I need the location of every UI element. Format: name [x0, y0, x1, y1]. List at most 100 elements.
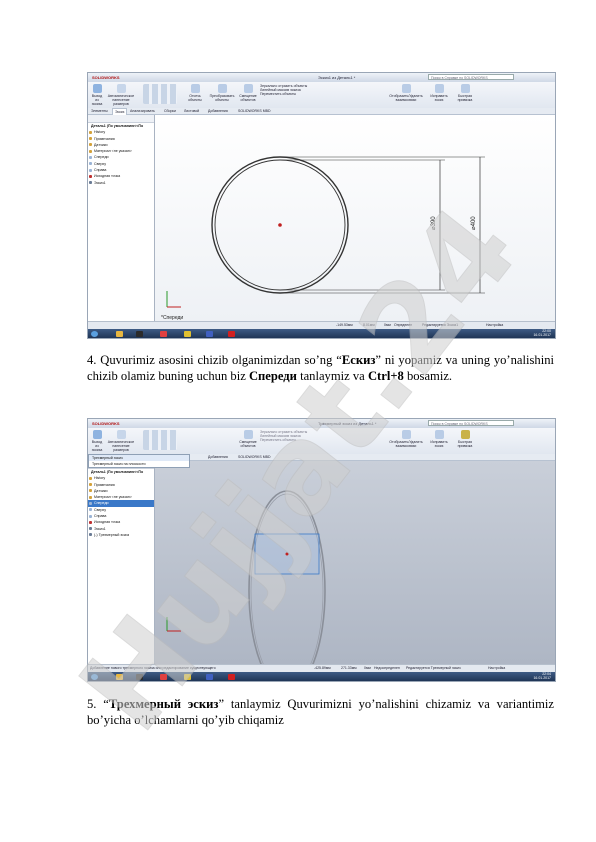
- solidworks-icon[interactable]: [228, 330, 235, 337]
- trim-icon: [190, 84, 200, 93]
- browser-icon[interactable]: [184, 330, 191, 337]
- annotation-icon: [89, 483, 92, 487]
- app-icon[interactable]: [136, 673, 143, 680]
- menu-item-3d-sketch-on-plane[interactable]: Трехмерный эскиз на плоскости: [89, 461, 189, 467]
- sketch-icon: [89, 533, 92, 537]
- sketch-tools-group[interactable]: [140, 84, 180, 106]
- dimension-icon: [116, 84, 126, 93]
- exit-sketch-icon: [92, 84, 102, 93]
- sketch-entity-icons: [143, 84, 177, 104]
- sensor-icon: [89, 143, 92, 147]
- tab-mbd[interactable]: SOLIDWORKS MBD: [236, 454, 272, 460]
- origin-icon: [278, 223, 282, 227]
- status-editing: Редактируется Эскиз1: [422, 323, 459, 327]
- system-clock: 22:04 16.01.2017: [533, 672, 551, 680]
- status-bar: -149.53мм 8.01мм 0мм Определен Редактиру…: [88, 321, 555, 329]
- relations-icon: [401, 430, 411, 439]
- mirror-pattern-group[interactable]: Зеркально отразить объекты Линейный масс…: [260, 430, 330, 442]
- status-custom[interactable]: Настройка: [488, 665, 505, 672]
- repair-sketch-button[interactable]: Исправить эскиз: [428, 84, 450, 102]
- tab-addins[interactable]: Добавления: [206, 454, 230, 460]
- command-manager: Выход из эскиза Автоматическое нанесение…: [88, 428, 555, 455]
- explorer-icon[interactable]: [116, 330, 123, 337]
- paragraph-step-5: 5. “Трехмерный эскиз” tanlaymiz Quvurimi…: [87, 697, 554, 727]
- start-icon[interactable]: [91, 673, 98, 680]
- snaps-icon: [460, 84, 470, 93]
- convert-button[interactable]: Преобразовать объекты: [208, 84, 236, 102]
- relations-button[interactable]: Отобразить/Удалить взаимосвязи: [388, 84, 424, 102]
- save-icon[interactable]: [206, 330, 213, 337]
- plane-icon: [89, 501, 92, 505]
- tab-features[interactable]: Элементы: [89, 108, 110, 114]
- smart-dimension-button[interactable]: Автоматическое нанесение размеров: [106, 430, 136, 452]
- graphics-area[interactable]: [155, 461, 555, 681]
- app-logo: SOLIDWORKS: [92, 75, 120, 80]
- dimension-400[interactable]: ⌀400: [471, 216, 477, 230]
- browser-icon[interactable]: [184, 673, 191, 680]
- tab-assemblies[interactable]: Сборки: [162, 108, 178, 114]
- annotation-icon: [89, 137, 92, 141]
- explorer-icon[interactable]: [116, 673, 123, 680]
- exit-sketch-icon: [92, 430, 102, 439]
- browser-icon[interactable]: [160, 673, 167, 680]
- tab-sketch[interactable]: Эскиз: [112, 108, 128, 115]
- status-defined: Недоопределен: [374, 666, 400, 670]
- tab-addins[interactable]: Добавления: [206, 108, 230, 114]
- browser-icon[interactable]: [160, 330, 167, 337]
- status-custom[interactable]: Настройка: [486, 322, 503, 329]
- app-icon[interactable]: [136, 330, 143, 337]
- relations-button[interactable]: Отобразить/Удалить взаимосвязи: [388, 430, 424, 448]
- status-x: -149.53мм: [336, 323, 353, 327]
- origin-icon: [285, 552, 289, 556]
- snaps-icon: [460, 430, 470, 439]
- tree-item-3d-sketch[interactable]: (-) Трехмерный эскиз: [88, 532, 154, 538]
- origin-icon: [89, 520, 92, 524]
- exit-sketch-button[interactable]: Выход из эскиза: [90, 430, 104, 452]
- save-icon[interactable]: [206, 673, 213, 680]
- tab-sheetmetal[interactable]: Листовой: [182, 108, 201, 114]
- tree-toolbar: [88, 115, 154, 123]
- sketch-tools-group[interactable]: [140, 430, 180, 452]
- tree-item-sketch1[interactable]: Эскиз1: [88, 180, 154, 186]
- dimension-390[interactable]: ⌀390: [431, 216, 437, 230]
- feature-tree: Деталь1 (По умолчанию<<По History Примеч…: [88, 115, 155, 322]
- plane-icon: [89, 508, 92, 512]
- triad-icon: [166, 617, 181, 632]
- status-y: 8.01мм: [363, 323, 375, 327]
- circle-edge-view-inner[interactable]: [250, 493, 324, 681]
- status-y: 271.33мм: [341, 666, 357, 670]
- sketch-drawing: ⌀390 ⌀400 *Спереди: [161, 156, 485, 321]
- help-search-input[interactable]: Поиск в Справке по SOLIDWORKS: [428, 420, 514, 426]
- move-entities[interactable]: Переместить объекты: [260, 92, 330, 96]
- material-icon: [89, 495, 92, 499]
- plane-icon: [89, 162, 92, 166]
- mirror-pattern-group[interactable]: Зеркально отразить объекты Линейный масс…: [260, 84, 330, 96]
- circle-edge-view[interactable]: [248, 490, 326, 681]
- offset-button[interactable]: Смещение объектов: [238, 430, 258, 448]
- material-icon: [89, 149, 92, 153]
- start-icon[interactable]: [91, 330, 98, 337]
- sketch-entity-icons: [143, 430, 177, 450]
- solidworks-icon[interactable]: [228, 673, 235, 680]
- sketch-dropdown-menu: Трехмерный эскиз Трехмерный эскиз на пло…: [88, 454, 190, 468]
- offset-icon: [243, 84, 253, 93]
- graphics-area[interactable]: ⌀390 ⌀400 *Спереди: [155, 115, 555, 322]
- smart-dimension-button[interactable]: Автоматическое нанесение размеров: [106, 84, 136, 106]
- offset-button[interactable]: Смещение объектов: [238, 84, 258, 102]
- plane-icon: [89, 168, 92, 172]
- offset-icon: [243, 430, 253, 439]
- tab-evaluate[interactable]: Анализировать: [128, 108, 157, 114]
- trim-button[interactable]: Отсечь объекты: [184, 84, 206, 102]
- tab-mbd[interactable]: SOLIDWORKS MBD: [236, 108, 272, 114]
- help-search-input[interactable]: Поиск в Справке по SOLIDWORKS: [428, 74, 514, 80]
- quick-snaps-button[interactable]: Быстрая привязка: [454, 430, 476, 448]
- repair-sketch-button[interactable]: Исправить эскиз: [428, 430, 450, 448]
- move-entities[interactable]: Переместить объекты: [260, 438, 330, 442]
- quick-snaps-button[interactable]: Быстрая привязка: [454, 84, 476, 102]
- feature-tree: Деталь1 (По умолчанию<<По History Примеч…: [88, 461, 155, 665]
- title-bar: SOLIDWORKS Эскиз1 из Деталь1 * Поиск в С…: [88, 73, 555, 82]
- repair-icon: [434, 430, 444, 439]
- triad-icon: [166, 291, 181, 308]
- folder-icon: [89, 476, 92, 480]
- exit-sketch-button[interactable]: Выход из эскиза: [90, 84, 104, 106]
